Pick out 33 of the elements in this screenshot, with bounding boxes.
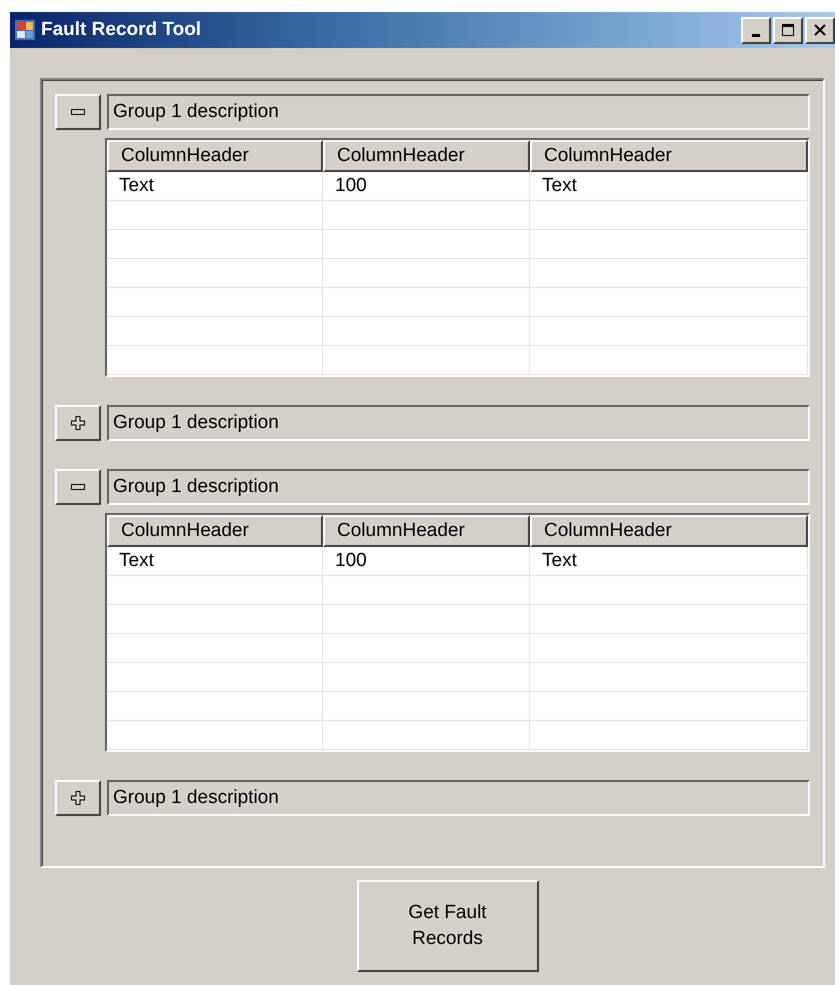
column-header[interactable]: ColumnHeader (323, 140, 530, 172)
plus-icon (71, 416, 85, 430)
minimize-icon (752, 34, 760, 36)
plus-icon (71, 791, 85, 805)
toggle-button[interactable] (55, 405, 101, 441)
close-button[interactable] (805, 16, 835, 44)
minus-icon (71, 484, 85, 490)
column-header[interactable]: ColumnHeader (107, 515, 323, 547)
table-cell: Text (107, 547, 323, 575)
minimize-button[interactable] (741, 16, 771, 44)
column-header[interactable]: ColumnHeader (107, 140, 323, 172)
table-cell: 100 (323, 172, 530, 200)
close-icon (813, 23, 827, 37)
group-description: Group 1 description (107, 780, 810, 816)
group-description: Group 1 description (107, 405, 810, 441)
minus-icon (71, 109, 85, 115)
group-description: Group 1 description (107, 94, 810, 130)
app-icon (14, 19, 36, 41)
table-cell: Text (530, 547, 808, 575)
maximize-icon (781, 23, 795, 37)
group-description: Group 1 description (107, 469, 810, 505)
toggle-button[interactable] (55, 469, 101, 505)
column-header[interactable]: ColumnHeader (530, 140, 808, 172)
table-cell: Text (107, 172, 323, 200)
toggle-button[interactable] (55, 780, 101, 816)
maximize-button[interactable] (773, 16, 803, 44)
get-records-button[interactable]: Get Fault Records (356, 880, 538, 972)
column-header[interactable]: ColumnHeader (323, 515, 530, 547)
table-cell: 100 (323, 547, 530, 575)
column-header[interactable]: ColumnHeader (530, 515, 808, 547)
window-title: Fault Record Tool (41, 19, 202, 41)
toggle-button[interactable] (55, 94, 101, 130)
table-cell: Text (530, 172, 808, 200)
